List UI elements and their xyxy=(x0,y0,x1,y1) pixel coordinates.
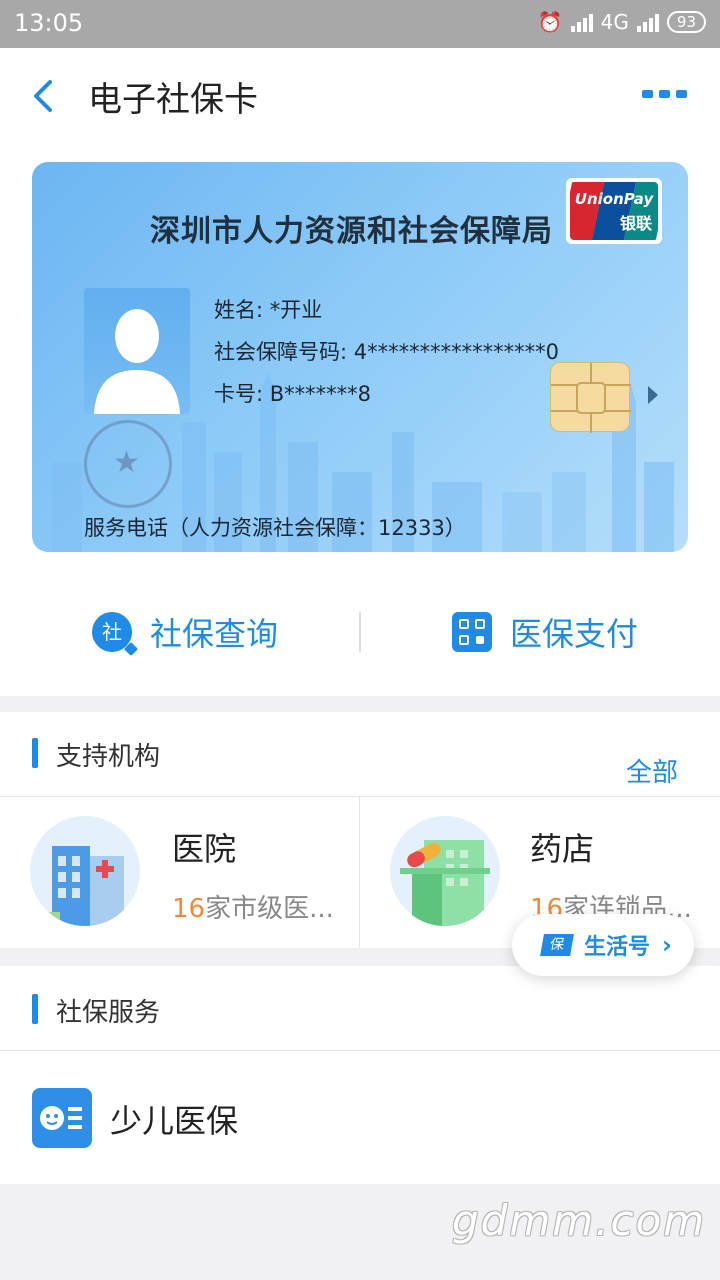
divider xyxy=(359,612,361,652)
network-type: 4G xyxy=(600,10,629,34)
unionpay-logo: UnionPay 银联 xyxy=(566,178,662,244)
cardholder-name: 姓名: *开业 xyxy=(214,298,323,322)
social-security-number: 社会保障号码: 4*****************0 xyxy=(214,340,559,364)
card-next-arrow-icon[interactable] xyxy=(648,386,658,404)
divider xyxy=(0,796,720,797)
service-phone: 服务电话（人力资源社会保障：12333） xyxy=(84,516,466,540)
child-insurance-item[interactable]: 少儿医保 xyxy=(110,1096,238,1142)
signal-icon-2 xyxy=(636,12,659,32)
social-security-query-button[interactable]: 社 社保查询 xyxy=(92,604,278,660)
card-issuer: 深圳市人力资源和社会保障局 xyxy=(150,214,553,249)
qr-code-icon xyxy=(452,612,492,652)
pharmacy-icon[interactable] xyxy=(390,816,500,926)
child-insurance-icon[interactable] xyxy=(32,1088,92,1148)
social-security-search-icon: 社 xyxy=(92,612,139,657)
hospital-desc: 16家市级医... xyxy=(172,894,334,924)
hospital-name[interactable]: 医院 xyxy=(172,824,236,870)
back-arrow-icon[interactable] xyxy=(26,74,66,118)
avatar xyxy=(84,288,190,414)
signal-icon xyxy=(570,12,593,32)
insurance-badge-icon: 保 xyxy=(540,934,574,956)
section-marker xyxy=(32,738,38,768)
support-title: 支持机构 xyxy=(56,742,161,772)
app-bar: 电子社保卡 xyxy=(0,48,720,144)
section-marker xyxy=(32,994,38,1024)
life-account-label: 生活号 xyxy=(584,935,651,960)
clock: 13:05 xyxy=(14,9,84,37)
official-seal-icon: ★ xyxy=(84,420,172,508)
status-icons: ⏰ 4G 93 xyxy=(538,10,706,34)
divider xyxy=(359,797,360,948)
page-title: 电子社保卡 xyxy=(88,80,258,120)
status-bar: 13:05 ⏰ 4G 93 xyxy=(0,0,720,48)
divider xyxy=(0,1050,720,1051)
social-security-card[interactable]: 深圳市人力资源和社会保障局 UnionPay 银联 姓名: *开业 社会保障号码… xyxy=(32,162,688,552)
battery-icon: 93 xyxy=(666,11,706,33)
hospital-icon[interactable] xyxy=(30,816,140,926)
pharmacy-name[interactable]: 药店 xyxy=(530,824,594,870)
card-number: 卡号: B*******8 xyxy=(214,382,372,406)
life-account-button[interactable]: 保 生活号 › xyxy=(512,914,694,976)
alarm-icon: ⏰ xyxy=(537,10,563,34)
medical-insurance-pay-button[interactable]: 医保支付 xyxy=(452,604,638,660)
chip-icon xyxy=(550,362,631,433)
view-all-link[interactable]: 全部 xyxy=(626,752,678,789)
query-label: 社保查询 xyxy=(150,615,279,653)
services-title: 社保服务 xyxy=(56,998,161,1028)
watermark: gdmm.com xyxy=(452,1196,707,1245)
more-icon[interactable] xyxy=(642,90,688,102)
pay-label: 医保支付 xyxy=(510,615,639,653)
chevron-right-icon: › xyxy=(662,931,672,959)
